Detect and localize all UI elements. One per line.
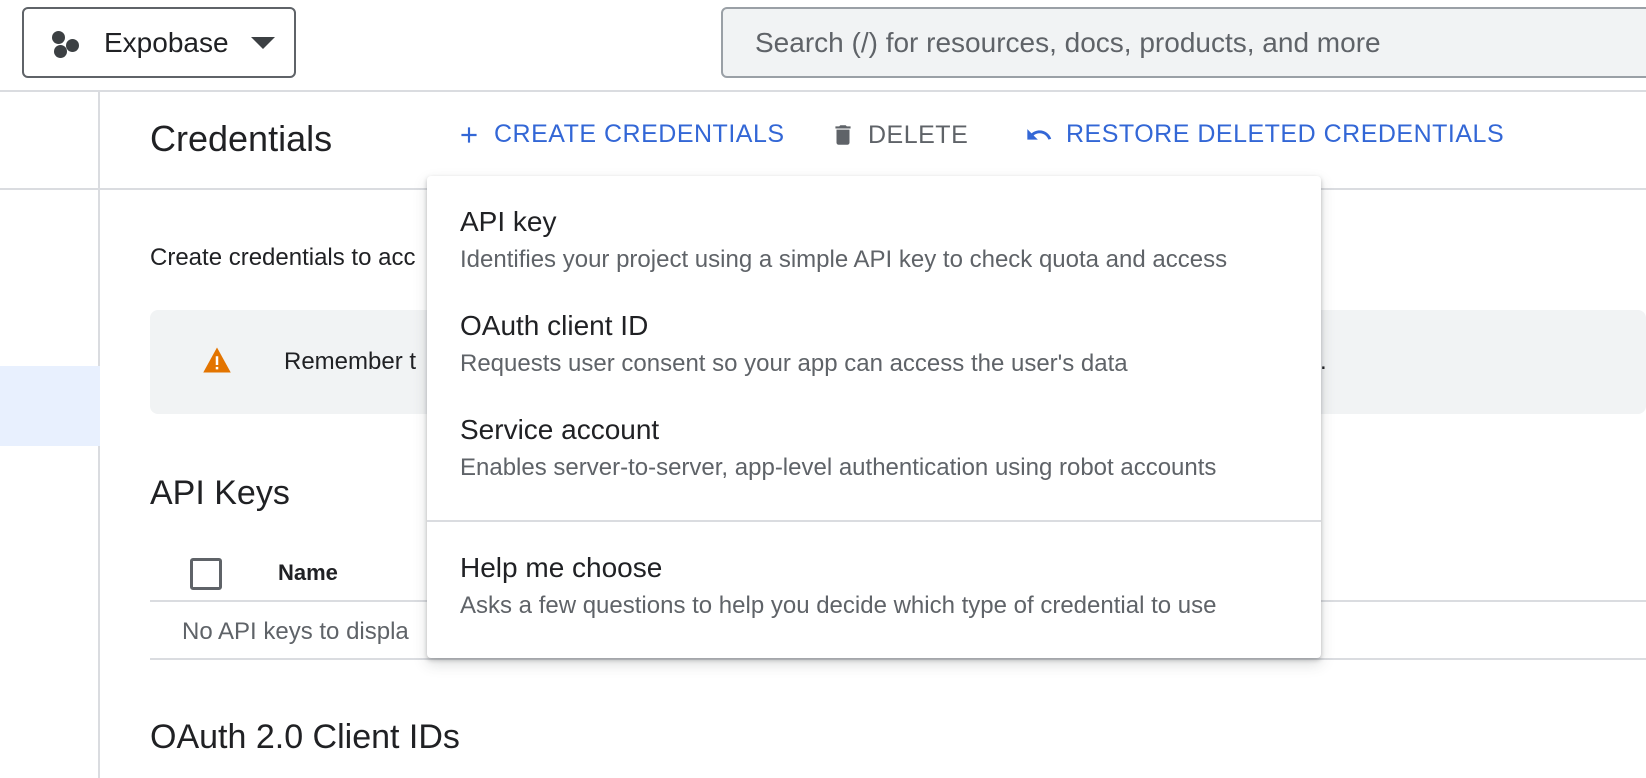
warning-text-tail: . [1320,348,1327,375]
empty-state-text: No API keys to displa [182,618,409,645]
menu-item-help-me-choose[interactable]: Help me choose Asks a few questions to h… [427,552,1321,620]
menu-item-oauth-client-id[interactable]: OAuth client ID Requests user consent so… [427,310,1321,378]
menu-item-description: Requests user consent so your app can ac… [460,350,1128,377]
menu-divider [427,520,1321,522]
menu-item-title: API key [460,206,557,237]
undo-icon [1024,121,1054,149]
select-all-checkbox[interactable] [190,558,222,590]
search-box[interactable] [721,7,1646,78]
left-nav-rail [0,92,100,778]
oauth-client-ids-title: OAuth 2.0 Client IDs [150,718,460,756]
menu-item-service-account[interactable]: Service account Enables server-to-server… [427,414,1321,482]
create-credentials-button[interactable]: CREATE CREDENTIALS [456,120,785,149]
column-header-name[interactable]: Name [278,560,338,586]
restore-deleted-credentials-label: RESTORE DELETED CREDENTIALS [1066,120,1505,148]
create-credentials-menu: API key Identifies your project using a … [427,176,1321,658]
intro-text: Create credentials to acc [150,244,416,271]
menu-item-title: OAuth client ID [460,310,649,341]
search-input[interactable] [755,26,1635,59]
plus-icon [456,122,482,148]
menu-item-description: Enables server-to-server, app-level auth… [460,454,1217,481]
project-name: Expobase [104,26,229,58]
delete-label: DELETE [868,120,969,149]
project-picker[interactable]: Expobase [22,7,296,78]
trash-icon [830,120,856,150]
menu-item-description: Identifies your project using a simple A… [460,246,1228,273]
restore-deleted-credentials-button[interactable]: RESTORE DELETED CREDENTIALS [1024,120,1504,149]
page-title: Credentials [150,118,333,159]
create-credentials-label: CREATE CREDENTIALS [494,120,785,148]
page: Expobase Credentials CREATE CREDENTIALS … [0,0,1646,778]
menu-item-title: Service account [460,414,660,445]
menu-item-title: Help me choose [460,552,663,583]
menu-item-description: Asks a few questions to help you decide … [460,592,1217,619]
nav-divider [0,188,100,190]
top-bar: Expobase [0,0,1646,92]
warning-text: Remember t [284,348,417,375]
api-keys-title: API Keys [150,474,290,512]
nav-item-active[interactable] [0,366,100,446]
menu-item-api-key[interactable]: API key Identifies your project using a … [427,206,1321,274]
warning-icon [202,346,232,379]
project-icon [50,27,82,59]
delete-button[interactable]: DELETE [830,120,968,150]
chevron-down-icon [250,36,275,49]
